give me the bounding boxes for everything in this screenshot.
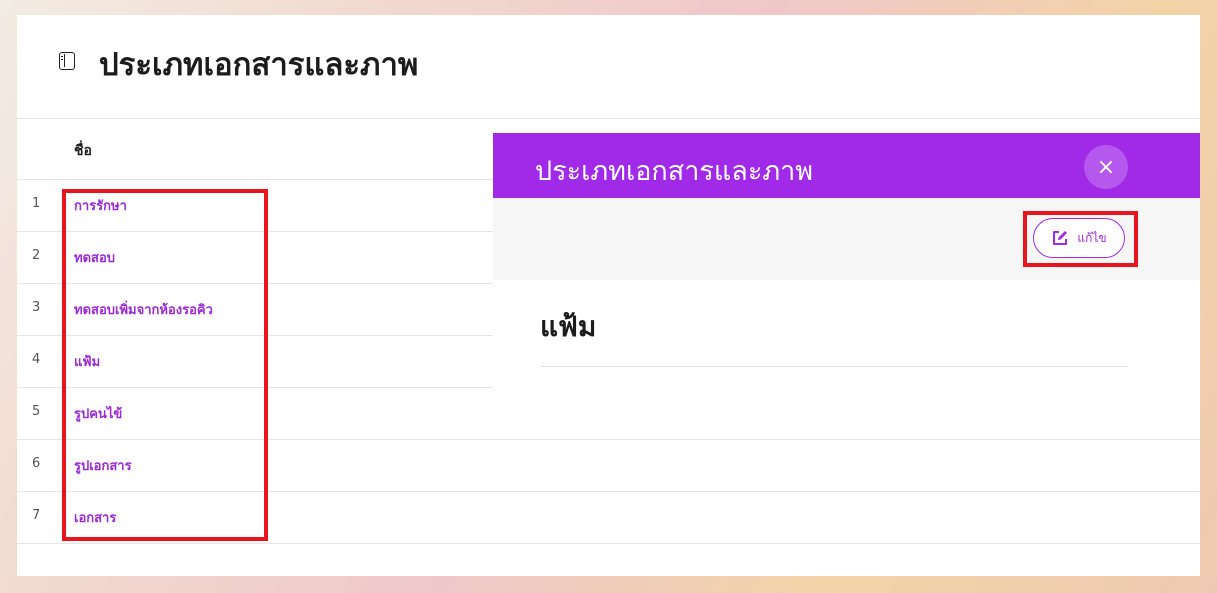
page-header: ประเภทเอกสารและภาพ xyxy=(17,15,1200,119)
row-number: 2 xyxy=(32,248,41,263)
close-icon: × xyxy=(1096,154,1116,180)
row-number: 1 xyxy=(32,196,41,211)
highlight-box-list xyxy=(62,189,268,541)
row-number: 3 xyxy=(32,300,41,315)
panel-title: ประเภทเอกสารและภาพ xyxy=(535,156,814,187)
divider xyxy=(540,366,1128,367)
panel-toolbar: แก้ไข xyxy=(493,198,1200,280)
row-number: 7 xyxy=(32,508,41,523)
main-card: ประเภทเอกสารและภาพ ชื่อ 1 การรักษา 2 ทดส… xyxy=(17,15,1200,576)
detail-name-value: แฟ้ม xyxy=(540,310,597,343)
row-number: 4 xyxy=(32,352,41,367)
page-title: ประเภทเอกสารและภาพ xyxy=(99,47,419,83)
row-number: 6 xyxy=(32,456,41,471)
close-button[interactable]: × xyxy=(1084,145,1128,189)
highlight-box-edit xyxy=(1023,211,1138,267)
row-number: 5 xyxy=(32,404,41,419)
detail-panel: ประเภทเอกสารและภาพ × แก้ไข แฟ้ม xyxy=(493,133,1200,403)
column-header-name: ชื่อ xyxy=(74,143,92,159)
sidebar-panel-icon xyxy=(59,52,75,70)
panel-header: ประเภทเอกสารและภาพ × xyxy=(493,133,1200,198)
